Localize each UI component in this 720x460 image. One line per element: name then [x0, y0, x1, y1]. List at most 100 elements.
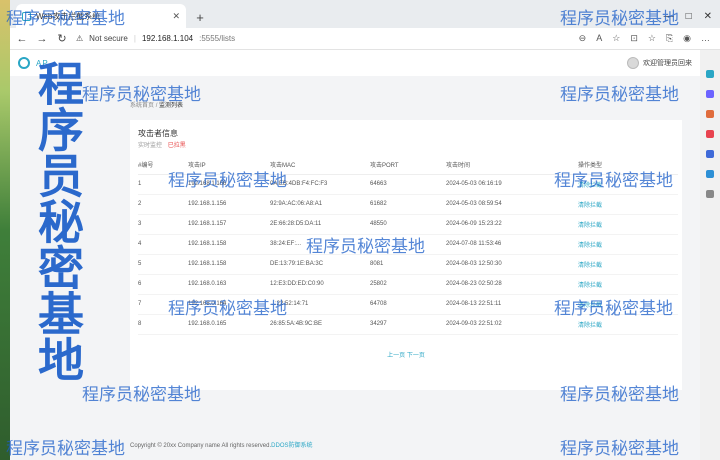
close-tab-icon[interactable]: ✕: [172, 11, 180, 22]
watermark-vertical: 程序员秘密基地: [31, 60, 85, 382]
copyright-text: Copyright © 20xx Company name All rights…: [130, 443, 272, 449]
cell-id: 1: [138, 174, 188, 195]
cell-time: 2024-06-09 15:23:22: [446, 214, 578, 235]
col-ip: 攻击IP: [188, 156, 270, 175]
breadcrumb-home[interactable]: 系统首页: [130, 103, 154, 109]
window-controls: — □ ✕: [664, 11, 720, 28]
clear-block-link[interactable]: 清除拦截: [578, 254, 678, 275]
browser-tab[interactable]: Web攻击拦截系统 ✕: [16, 4, 186, 28]
clear-block-link[interactable]: 清除拦截: [578, 174, 678, 195]
url-host: 192.168.1.104: [141, 34, 194, 43]
app-header: AP 欢迎管理员回来: [10, 50, 700, 76]
forward-icon[interactable]: →: [36, 33, 48, 45]
search-sidebar-icon[interactable]: [706, 70, 714, 78]
user-menu[interactable]: 欢迎管理员回来: [627, 57, 692, 69]
cell-port: 64663: [370, 174, 446, 195]
clear-block-link[interactable]: 清除拦截: [578, 214, 678, 235]
cell-port: 64708: [370, 294, 446, 315]
favicon-icon: [22, 11, 31, 21]
office-sidebar-icon[interactable]: [706, 150, 714, 158]
cell-time: 2024-08-13 22:51:11: [446, 294, 578, 315]
cell-ip: 192.168.1.158: [188, 234, 270, 255]
copilot-sidebar-icon[interactable]: [706, 90, 714, 98]
cell-port: 34297: [370, 314, 446, 335]
clear-block-link[interactable]: 清除拦截: [578, 294, 678, 315]
clear-block-link[interactable]: 清除拦截: [578, 234, 678, 255]
card-subtitle: 实时监控 已拉黑: [138, 140, 186, 149]
prev-page-link[interactable]: 上一页: [387, 353, 405, 359]
cell-ip: 192.168.0.165: [188, 314, 270, 335]
cell-time: 2024-08-03 12:50:30: [446, 254, 578, 275]
table-row: 3 192.168.1.157 2E:66:28:D5:DA:11 48550 2024…: [138, 214, 678, 235]
url-path: :5555/lists: [199, 34, 236, 43]
col-time: 攻击时间: [446, 156, 578, 175]
clear-block-link[interactable]: 清除拦截: [578, 194, 678, 215]
avatar: [627, 57, 639, 69]
table-row: 5 192.168.1.158 DE:13:79:1E:BA:3C 8081 2024-…: [138, 254, 678, 275]
close-window-icon[interactable]: ✕: [704, 11, 712, 22]
col-id: #编号: [138, 156, 188, 175]
breadcrumb-separator: /: [155, 103, 158, 109]
zoom-icon[interactable]: ⊖: [579, 33, 587, 44]
cell-id: 5: [138, 254, 188, 275]
cell-port: 61682: [370, 194, 446, 215]
footer-link[interactable]: DDOS防御系统: [271, 443, 312, 449]
not-secure-label: Not secure: [89, 34, 128, 43]
address-bar: ← → ↻ ⚠ Not secure | 192.168.1.104:5555/…: [10, 28, 720, 50]
web-page: AP 欢迎管理员回来 系统首页 / 监测列表 攻击者信息 实时监控 已拉黑 #编…: [10, 50, 700, 460]
next-page-link[interactable]: 下一页: [407, 353, 425, 359]
cell-id: 6: [138, 274, 188, 295]
toolbar-icons: ⊖ A ☆ ⊡ ☆ ⎘ ◉ …: [579, 33, 714, 44]
breadcrumb-current: 监测列表: [159, 103, 184, 109]
cell-ip: 192.168.0.163: [188, 274, 270, 295]
split-screen-icon[interactable]: ⊡: [630, 33, 638, 44]
table-row: 8 192.168.0.165 26:85:5A:4B:9C:BE 34297 2024…: [138, 314, 678, 335]
pagination: 上一页 下一页: [130, 350, 682, 359]
cell-mac: DE:13:79:1E:BA:3C: [270, 254, 370, 275]
cell-port: 25802: [370, 274, 446, 295]
collections-icon[interactable]: ⎘: [666, 33, 673, 44]
more-icon[interactable]: …: [701, 33, 710, 44]
cell-time: 2024-09-03 22:51:02: [446, 314, 578, 335]
back-icon[interactable]: ←: [16, 33, 28, 45]
cell-mac: 92:9A:AC:06:A8:A1: [270, 194, 370, 215]
outlook-sidebar-icon[interactable]: [706, 170, 714, 178]
cell-port: 48550: [370, 214, 446, 235]
cell-id: 2: [138, 194, 188, 215]
maximize-icon[interactable]: □: [686, 11, 692, 22]
cell-time: 2024-05-03 06:16:19: [446, 174, 578, 195]
profile-icon[interactable]: ◉: [683, 33, 691, 44]
cell-port: [370, 234, 446, 255]
blacklist-label[interactable]: 已拉黑: [168, 143, 186, 149]
table-row: 6 192.168.0.163 12:E3:DD:ED:C0:90 25802 2024…: [138, 274, 678, 295]
url-field[interactable]: ⚠ Not secure | 192.168.1.104:5555/lists: [76, 34, 235, 43]
favorites-icon[interactable]: ☆: [648, 33, 656, 44]
browser-window: Web攻击拦截系统 ✕ + — □ ✕ ← → ↻ ⚠ Not secure |…: [10, 0, 720, 460]
cell-time: 2024-05-03 08:59:54: [446, 194, 578, 215]
table-header-row: #编号 攻击IP 攻击MAC 攻击PORT 攻击时间 操作类型: [138, 156, 678, 175]
cell-id: 4: [138, 234, 188, 255]
reload-icon[interactable]: ↻: [56, 32, 68, 45]
col-port: 攻击PORT: [370, 156, 446, 175]
card-title: 攻击者信息: [138, 129, 178, 138]
favorite-icon[interactable]: ☆: [612, 33, 620, 44]
cell-ip: 192.168.0.164: [188, 294, 270, 315]
add-sidebar-icon[interactable]: [706, 190, 714, 198]
new-tab-button[interactable]: +: [190, 6, 210, 28]
table-body: 1 192.168.1.156 0A:EB:4DB:F4:FC:F3 64663 202…: [138, 174, 678, 335]
cell-ip: 192.168.1.156: [188, 174, 270, 195]
tools-sidebar-icon[interactable]: [706, 110, 714, 118]
cell-mac: 0A:EB:4DB:F4:FC:F3: [270, 174, 370, 195]
games-sidebar-icon[interactable]: [706, 130, 714, 138]
cell-id: 3: [138, 214, 188, 235]
cell-id: 7: [138, 294, 188, 315]
minimize-icon[interactable]: —: [664, 11, 674, 22]
read-aloud-icon[interactable]: A: [596, 33, 602, 44]
clear-block-link[interactable]: 清除拦截: [578, 274, 678, 295]
attacker-table: #编号 攻击IP 攻击MAC 攻击PORT 攻击时间 操作类型 1 192.168…: [138, 156, 678, 335]
cell-mac: 38:24:EF:...: [270, 234, 370, 255]
cell-mac: 26:85:5A:4B:9C:BE: [270, 314, 370, 335]
warning-icon: ⚠: [76, 34, 84, 43]
table-row: 1 192.168.1.156 0A:EB:4DB:F4:FC:F3 64663 202…: [138, 174, 678, 195]
clear-block-link[interactable]: 清除拦截: [578, 314, 678, 335]
